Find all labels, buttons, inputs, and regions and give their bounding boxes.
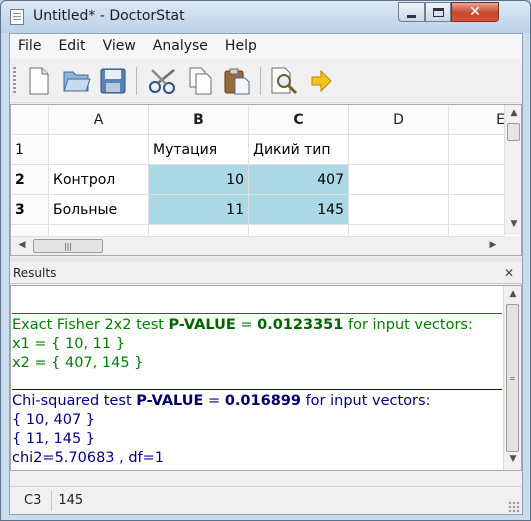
column-header-d[interactable]: D bbox=[349, 105, 449, 135]
scroll-left-icon[interactable]: ◀ bbox=[14, 240, 30, 250]
column-header-c[interactable]: C bbox=[249, 105, 349, 135]
results-vertical-scrollbar[interactable]: ▲ = ▼ bbox=[503, 286, 521, 470]
scroll-up-icon[interactable]: ▲ bbox=[505, 289, 521, 299]
cut-scissors-icon bbox=[149, 69, 175, 94]
table-row: 3 Больные 11 145 bbox=[11, 195, 521, 225]
save-disk-icon bbox=[100, 68, 126, 94]
app-document-icon bbox=[10, 9, 24, 25]
cell-b1[interactable]: Мутация bbox=[149, 135, 249, 165]
chi-statistic: chi2=5.70683 , df=1 bbox=[12, 450, 165, 466]
run-arrow-icon bbox=[311, 69, 332, 93]
maximize-icon bbox=[432, 7, 444, 17]
column-header-b[interactable]: B bbox=[149, 105, 249, 135]
select-all-corner[interactable] bbox=[11, 105, 49, 135]
chi-vector-1: { 10, 407 } bbox=[12, 412, 96, 428]
maximize-button[interactable] bbox=[425, 2, 451, 22]
fisher-result-line: Exact Fisher 2x2 test P-VALUE = 0.012335… bbox=[12, 317, 473, 333]
cell-d2[interactable] bbox=[349, 165, 449, 195]
find-magnifier-icon bbox=[271, 67, 298, 95]
copy-button[interactable] bbox=[184, 65, 218, 97]
copy-icon bbox=[189, 67, 212, 95]
scroll-down-icon[interactable]: ▼ bbox=[506, 219, 521, 229]
status-cell-value: 145 bbox=[58, 493, 84, 508]
sheet-horizontal-scrollbar[interactable]: ◀ ||| ▶ bbox=[11, 236, 504, 255]
title-bar[interactable]: Untitled* - DoctorStat ✕ bbox=[1, 1, 530, 33]
chi-result-line: Chi-squared test P-VALUE = 0.016899 for … bbox=[12, 393, 431, 409]
scroll-corner bbox=[504, 236, 521, 255]
open-button[interactable] bbox=[60, 65, 94, 97]
fisher-pvalue: 0.0123351 bbox=[257, 317, 344, 333]
minimize-button[interactable] bbox=[398, 2, 425, 22]
chi-divider bbox=[12, 389, 502, 390]
new-button[interactable] bbox=[22, 65, 56, 97]
paste-icon bbox=[224, 68, 250, 95]
results-title: Results bbox=[13, 265, 57, 280]
cell-c1[interactable]: Дикий тип bbox=[249, 135, 349, 165]
resize-grip-icon[interactable] bbox=[508, 501, 520, 513]
chi-vector-2: { 11, 145 } bbox=[12, 431, 96, 447]
scrollbar-thumb[interactable]: ||| bbox=[33, 239, 103, 253]
results-panel-header: Results ✕ bbox=[10, 262, 522, 284]
fisher-vector-x1: x1 = { 10, 11 } bbox=[12, 336, 125, 352]
cell-b3[interactable]: 11 bbox=[149, 195, 249, 225]
toolbar-separator bbox=[260, 67, 261, 95]
status-cell-ref: C3 bbox=[10, 490, 53, 511]
cell-a1[interactable] bbox=[49, 135, 149, 165]
minimize-icon bbox=[407, 14, 416, 18]
toolbar bbox=[10, 59, 522, 103]
chi-pvalue: 0.016899 bbox=[224, 393, 301, 409]
menu-bar: File Edit View Analyse Help bbox=[10, 34, 522, 58]
row-header[interactable]: 1 bbox=[11, 135, 49, 165]
client-area: File Edit View Analyse Help A B C D E 1 … bbox=[9, 33, 523, 515]
cell-c3[interactable]: 145 bbox=[249, 195, 349, 225]
cell-d3[interactable] bbox=[349, 195, 449, 225]
find-button[interactable] bbox=[268, 65, 302, 97]
scrollbar-thumb[interactable] bbox=[507, 123, 520, 141]
spreadsheet-grid[interactable]: A B C D E 1 Мутация Дикий тип 2 Контрол … bbox=[10, 104, 522, 256]
fisher-divider bbox=[12, 313, 502, 314]
close-icon: ✕ bbox=[469, 4, 481, 20]
column-header-a[interactable]: A bbox=[49, 105, 149, 135]
status-bar: C3 145 bbox=[10, 486, 522, 514]
results-output[interactable]: Exact Fisher 2x2 test P-VALUE = 0.012335… bbox=[10, 285, 522, 471]
scroll-down-icon[interactable]: ▼ bbox=[505, 454, 521, 464]
close-button[interactable]: ✕ bbox=[451, 2, 499, 22]
cell-c2[interactable]: 407 bbox=[249, 165, 349, 195]
row-header[interactable]: 2 bbox=[11, 165, 49, 195]
cell-d1[interactable] bbox=[349, 135, 449, 165]
run-button[interactable] bbox=[304, 65, 338, 97]
fisher-vector-x2: x2 = { 407, 145 } bbox=[12, 355, 144, 371]
cut-button[interactable] bbox=[146, 65, 180, 97]
open-folder-icon bbox=[63, 71, 91, 92]
menu-file[interactable]: File bbox=[10, 38, 50, 54]
menu-analyse[interactable]: Analyse bbox=[145, 38, 217, 54]
scroll-right-icon[interactable]: ▶ bbox=[485, 240, 501, 250]
save-button[interactable] bbox=[96, 65, 130, 97]
row-header[interactable]: 3 bbox=[11, 195, 49, 225]
window-title: Untitled* - DoctorStat bbox=[33, 8, 185, 24]
cell-a2[interactable]: Контрол bbox=[49, 165, 149, 195]
results-close-icon[interactable]: ✕ bbox=[504, 266, 514, 280]
sheet-vertical-scrollbar[interactable]: ▲ ▼ bbox=[504, 105, 521, 235]
scrollbar-thumb[interactable]: = bbox=[506, 304, 519, 452]
new-document-icon bbox=[29, 67, 49, 95]
cell-a3[interactable]: Больные bbox=[49, 195, 149, 225]
cell-b2[interactable]: 10 bbox=[149, 165, 249, 195]
scroll-up-icon[interactable]: ▲ bbox=[506, 108, 521, 118]
table-row: 2 Контрол 10 407 bbox=[11, 165, 521, 195]
menu-help[interactable]: Help bbox=[217, 38, 266, 54]
table-row: 1 Мутация Дикий тип bbox=[11, 135, 521, 165]
app-window: Untitled* - DoctorStat ✕ File Edit View … bbox=[0, 0, 531, 521]
menu-view[interactable]: View bbox=[95, 38, 145, 54]
menu-edit[interactable]: Edit bbox=[50, 38, 94, 54]
paste-button[interactable] bbox=[220, 65, 254, 97]
column-header-row: A B C D E bbox=[11, 105, 521, 135]
toolbar-separator bbox=[136, 67, 137, 95]
toolbar-grip[interactable] bbox=[13, 67, 16, 95]
